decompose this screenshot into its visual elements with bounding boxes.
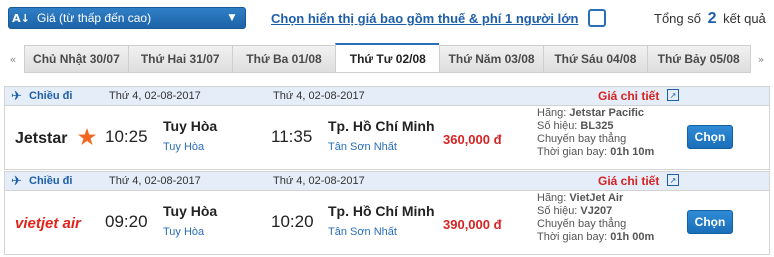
- date-tab[interactable]: Thứ Năm 03/08: [439, 45, 543, 73]
- flight-info: Hãng: VietJet Air Số hiệu: VJ207 Chuyến …: [537, 192, 654, 244]
- fare-price: 390,000 đ: [443, 217, 502, 232]
- date-tab[interactable]: Thứ Sáu 04/08: [542, 45, 647, 73]
- departure-time: 09:20: [105, 212, 148, 231]
- arrival-time: 11:35: [271, 127, 313, 146]
- date-tabs-bar: « Chủ Nhật 30/07 Thứ Hai 31/07 Thứ Ba 01…: [4, 43, 770, 73]
- select-flight-button[interactable]: Chọn: [687, 125, 733, 149]
- airline-name: Jetstar Pacific: [569, 107, 645, 119]
- airplane-icon: ✈: [11, 174, 22, 189]
- departure-date: Thứ 4, 02-08-2017: [109, 175, 201, 187]
- arrival-date: Thứ 4, 02-08-2017: [273, 175, 365, 187]
- price-detail-link[interactable]: Giá chi tiết: [598, 89, 659, 103]
- airplane-icon: ✈: [11, 89, 22, 104]
- prev-dates-arrow-icon[interactable]: «: [4, 45, 22, 73]
- jetstar-logo: Jetstar: [15, 128, 96, 147]
- flight-duration: 01h 10m: [610, 146, 655, 158]
- total-suffix: kết quả: [723, 11, 766, 26]
- price-detail-link[interactable]: Giá chi tiết: [598, 174, 659, 188]
- flight-body: Jetstar 10:25 Tuy Hòa Tuy Hòa 11:35 Tp. …: [5, 106, 769, 170]
- select-flight-button[interactable]: Chọn: [687, 210, 733, 234]
- flight-body: vietjet air 09:20 Tuy Hòa Tuy Hòa 10:20 …: [5, 191, 769, 255]
- departure-time: 10:25: [105, 127, 148, 146]
- departure-city: Tuy Hòa: [163, 203, 218, 219]
- flight-type: Chuyến bay thẳng: [537, 133, 627, 145]
- arrival-time: 10:20: [271, 212, 314, 231]
- airline-prefix: Hãng:: [537, 192, 570, 204]
- svg-text:Jetstar: Jetstar: [15, 130, 67, 147]
- date-tab[interactable]: Chủ Nhật 30/07: [24, 45, 128, 73]
- sort-dropdown[interactable]: A↓ Giá (từ thấp đến cao) ▼: [8, 7, 246, 29]
- total-count: 2: [707, 10, 717, 27]
- flight-type: Chuyến bay thẳng: [537, 218, 627, 230]
- flight-number: BL325: [580, 120, 614, 132]
- arrival-airport: Tân Sơn Nhất: [328, 226, 397, 238]
- departure-city: Tuy Hòa: [163, 118, 218, 134]
- departure-date: Thứ 4, 02-08-2017: [109, 90, 201, 102]
- flight-header: ✈ Chiều đi Thứ 4, 02-08-2017 Thứ 4, 02-0…: [5, 87, 769, 106]
- direction-label: Chiều đi: [29, 90, 73, 102]
- total-results: Tổng số 2 kết quả: [654, 10, 766, 28]
- departure-airport: Tuy Hòa: [163, 141, 205, 153]
- external-link-icon[interactable]: ↗: [667, 174, 679, 186]
- fee-display-checkbox[interactable]: [588, 9, 606, 27]
- flight-duration: 01h 00m: [610, 231, 655, 243]
- arrival-date: Thứ 4, 02-08-2017: [273, 90, 365, 102]
- next-dates-arrow-icon[interactable]: »: [752, 45, 770, 73]
- chevron-down-icon: ▼: [228, 13, 236, 23]
- arrival-city: Tp. Hồ Chí Minh: [328, 203, 435, 219]
- flight-number-prefix: Số hiệu:: [537, 205, 581, 217]
- external-link-icon[interactable]: ↗: [667, 89, 679, 101]
- flight-info: Hãng: Jetstar Pacific Số hiệu: BL325 Chu…: [537, 107, 654, 159]
- flight-result: ✈ Chiều đi Thứ 4, 02-08-2017 Thứ 4, 02-0…: [4, 86, 770, 170]
- results-toolbar: A↓ Giá (từ thấp đến cao) ▼ Chọn hiển thị…: [0, 0, 774, 38]
- departure-airport: Tuy Hòa: [163, 226, 205, 238]
- sort-dropdown-value: Giá (từ thấp đến cao): [37, 11, 152, 25]
- flight-header: ✈ Chiều đi Thứ 4, 02-08-2017 Thứ 4, 02-0…: [5, 172, 769, 191]
- duration-prefix: Thời gian bay:: [537, 231, 611, 243]
- fee-display-option-link[interactable]: Chọn hiển thị giá bao gồm thuế & phí 1 n…: [271, 11, 578, 26]
- date-tab[interactable]: Thứ Ba 01/08: [231, 45, 336, 73]
- flight-number: VJ207: [580, 205, 613, 217]
- total-prefix: Tổng số: [654, 11, 701, 26]
- sort-az-icon: A↓: [12, 11, 30, 25]
- flight-result: ✈ Chiều đi Thứ 4, 02-08-2017 Thứ 4, 02-0…: [4, 171, 770, 255]
- airline-prefix: Hãng:: [537, 107, 570, 119]
- date-tab[interactable]: Thứ Bảy 05/08: [646, 45, 751, 73]
- svg-text:vietjet air: vietjet air: [15, 215, 82, 232]
- date-tab-active[interactable]: Thứ Tư 02/08: [335, 43, 440, 73]
- arrival-city: Tp. Hồ Chí Minh: [328, 118, 435, 134]
- vietjet-logo: vietjet air: [15, 215, 82, 232]
- duration-prefix: Thời gian bay:: [537, 146, 611, 158]
- date-tab[interactable]: Thứ Hai 31/07: [127, 45, 232, 73]
- fare-price: 360,000 đ: [443, 132, 502, 147]
- arrival-airport: Tân Sơn Nhất: [328, 141, 397, 153]
- direction-label: Chiều đi: [29, 175, 73, 187]
- airline-name: VietJet Air: [569, 192, 624, 204]
- flight-number-prefix: Số hiệu:: [537, 120, 581, 132]
- date-tabs: Chủ Nhật 30/07 Thứ Hai 31/07 Thứ Ba 01/0…: [24, 43, 751, 73]
